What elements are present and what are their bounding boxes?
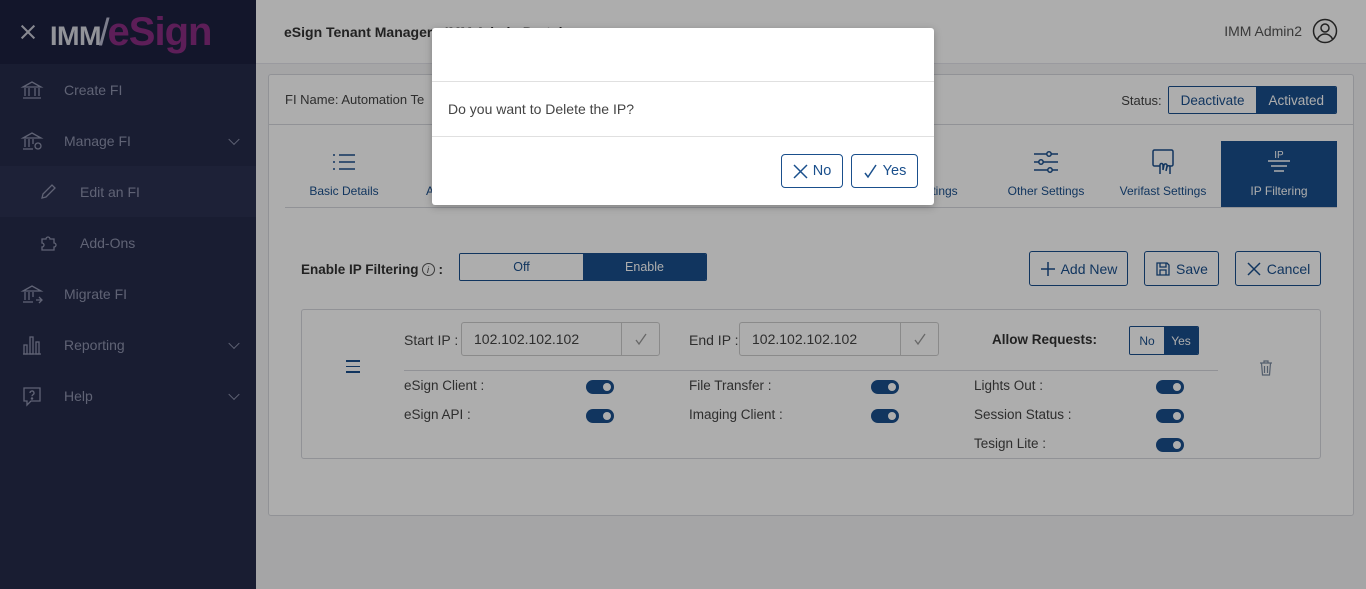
dialog-message: Do you want to Delete the IP? [432,82,934,137]
yes-label: Yes [882,163,907,179]
check-icon [864,164,877,178]
no-label: No [812,163,832,179]
yes-button[interactable]: Yes [851,154,918,188]
delete-confirm-dialog: Do you want to Delete the IP? No Yes [432,28,934,205]
dialog-header [432,28,934,82]
no-button[interactable]: No [781,154,843,188]
dialog-footer: No Yes [432,137,934,205]
close-icon [793,163,808,179]
